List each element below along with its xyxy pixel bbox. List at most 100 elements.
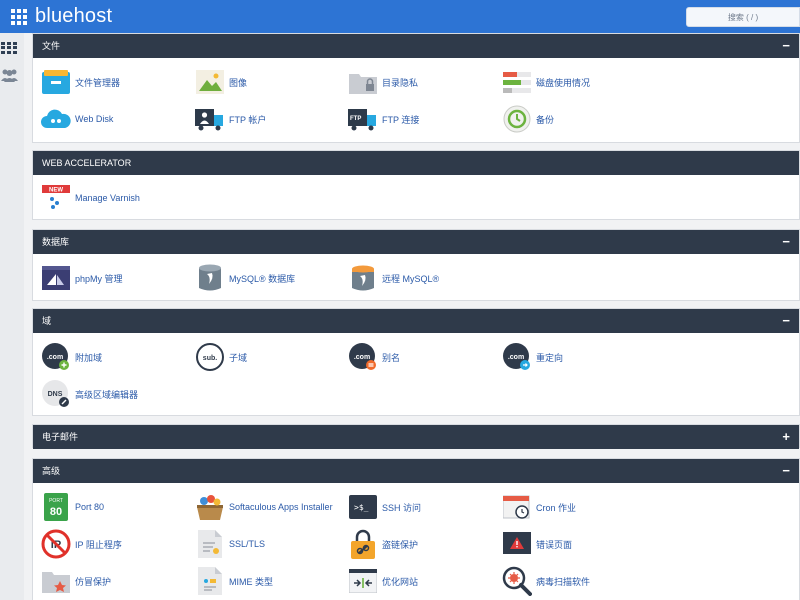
svg-text:DNS: DNS [48,391,63,398]
images-label: 图像 [229,77,248,88]
databases-panel: 数据库 − phpMy 管理 MySQL® 数据库 远程 MySQL® [32,229,800,301]
redirect-label: 重定向 [536,352,564,363]
web-accelerator-panel-header[interactable]: WEB ACCELERATOR [33,151,799,175]
alias-link[interactable]: .com 别名 [348,342,400,372]
svg-text:sub.: sub. [203,355,217,362]
addon-domain-label: 附加域 [75,352,103,363]
file-manager-label: 文件管理器 [75,77,121,88]
files-panel: 文件 − 文件管理器 图像 目录隐私 磁盘使用情况 Web Disk FTP 帐… [32,33,800,143]
svg-text:.com: .com [354,354,370,361]
subdomain-link[interactable]: sub. 子域 [195,342,247,372]
port80-label: Port 80 [75,502,105,512]
bluehost-logo-grid-icon[interactable] [11,9,27,25]
error-pages-link[interactable]: 错误页面 [502,529,572,559]
domains-panel-header[interactable]: 域 − [33,309,799,333]
ftp-accounts-icon [195,104,225,134]
svg-text:.com: .com [508,354,524,361]
optimize-website-icon [348,566,378,596]
mime-types-label: MIME 类型 [229,576,273,587]
images-icon [195,67,225,97]
collapse-icon[interactable]: − [782,230,790,254]
error-pages-label: 错误页面 [536,539,573,550]
phpmyadmin-link[interactable]: phpMy 管理 [41,263,123,293]
expand-icon[interactable]: + [782,425,790,449]
optimize-website-link[interactable]: 优化网站 [348,566,418,596]
ftp-connections-label: FTP 连接 [382,114,420,125]
virus-scanner-label: 病毒扫描软件 [536,576,591,587]
svg-text:FTP: FTP [350,116,361,122]
collapse-icon[interactable]: − [782,459,790,483]
hotlink-protection-icon [348,529,378,559]
new-badge: NEW [49,188,63,194]
users-icon[interactable] [1,68,18,82]
search-input[interactable]: 搜索 ( / ) [686,7,800,27]
leech-protection-label: 仿冒保护 [75,576,112,587]
zone-editor-link[interactable]: DNS 高级区域编辑器 [41,379,138,409]
bluehost-logo-text[interactable]: bluehost [35,5,112,28]
redirect-link[interactable]: .com 重定向 [502,342,563,372]
ssh-icon: >$_ [348,492,378,522]
panel-title: 电子邮件 [42,432,79,442]
file-manager-link[interactable]: 文件管理器 [41,67,120,97]
ip-blocker-icon: IP [41,529,71,559]
remote-mysql-icon [348,263,378,293]
ip-blocker-label: IP 阻止程序 [75,539,122,550]
cron-icon [502,492,532,522]
disk-usage-icon [502,67,532,97]
ssl-tls-link[interactable]: SSL/TLS [195,529,265,559]
web-disk-link[interactable]: Web Disk [41,104,113,134]
advanced-panel-header[interactable]: 高级 − [33,459,799,483]
ip-blocker-link[interactable]: IP IP 阻止程序 [41,529,122,559]
panel-title: 文件 [42,41,61,51]
disk-usage-label: 磁盘使用情况 [536,77,591,88]
panel-title: 高级 [42,466,61,476]
mime-types-icon [195,566,225,596]
email-panel-header[interactable]: 电子邮件 + [33,425,799,449]
collapse-icon[interactable]: − [782,34,790,58]
images-link[interactable]: 图像 [195,67,247,97]
ssl-icon [195,529,225,559]
leech-protection-link[interactable]: 仿冒保护 [41,566,111,596]
zone-editor-icon: DNS [41,379,71,409]
backup-link[interactable]: 备份 [502,104,554,134]
mime-types-link[interactable]: MIME 类型 [195,566,273,596]
panel-title: 数据库 [42,237,70,247]
varnish-icon: NEW [41,183,71,213]
left-rail [0,33,24,600]
addon-domain-icon: .com [41,342,71,372]
cron-label: Cron 作业 [536,502,577,513]
svg-text:.com: .com [47,354,63,361]
manage-varnish-label: Manage Varnish [75,193,140,203]
port80-link[interactable]: PORT 80 Port 80 [41,492,104,522]
virus-scanner-link[interactable]: 病毒扫描软件 [502,566,590,596]
panel-title: 域 [42,316,52,326]
ftp-accounts-link[interactable]: FTP 帐户 [195,104,266,134]
svg-text:>$_: >$_ [354,503,369,512]
collapse-icon[interactable]: − [782,309,790,333]
leech-protection-icon [41,566,71,596]
remote-mysql-link[interactable]: 远程 MySQL® [348,263,439,293]
databases-panel-header[interactable]: 数据库 − [33,230,799,254]
hotlink-protection-link[interactable]: 盗链保护 [348,529,418,559]
directory-privacy-link[interactable]: 目录隐私 [348,67,418,97]
softaculous-icon [195,492,225,522]
addon-domain-link[interactable]: .com 附加域 [41,342,102,372]
subdomain-label: 子域 [229,352,248,363]
error-pages-icon [502,529,532,559]
svg-text:80: 80 [50,506,62,518]
mysql-database-link[interactable]: MySQL® 数据库 [195,263,295,293]
mysql-database-icon [195,263,225,293]
files-panel-header[interactable]: 文件 − [33,34,799,58]
ssh-link[interactable]: >$_ SSH 访问 [348,492,421,522]
port80-icon: PORT 80 [41,492,71,522]
hotlink-protection-label: 盗链保护 [382,539,419,550]
ftp-connections-link[interactable]: FTP FTP 连接 [348,104,419,134]
ftp-accounts-label: FTP 帐户 [229,114,267,125]
directory-privacy-label: 目录隐私 [382,77,419,88]
disk-usage-link[interactable]: 磁盘使用情况 [502,67,590,97]
manage-varnish-link[interactable]: NEW Manage Varnish [41,183,140,213]
svg-text:PORT: PORT [49,498,63,504]
softaculous-link[interactable]: Softaculous Apps Installer [195,492,333,522]
cron-link[interactable]: Cron 作业 [502,492,576,522]
home-grid-icon[interactable] [1,42,17,54]
